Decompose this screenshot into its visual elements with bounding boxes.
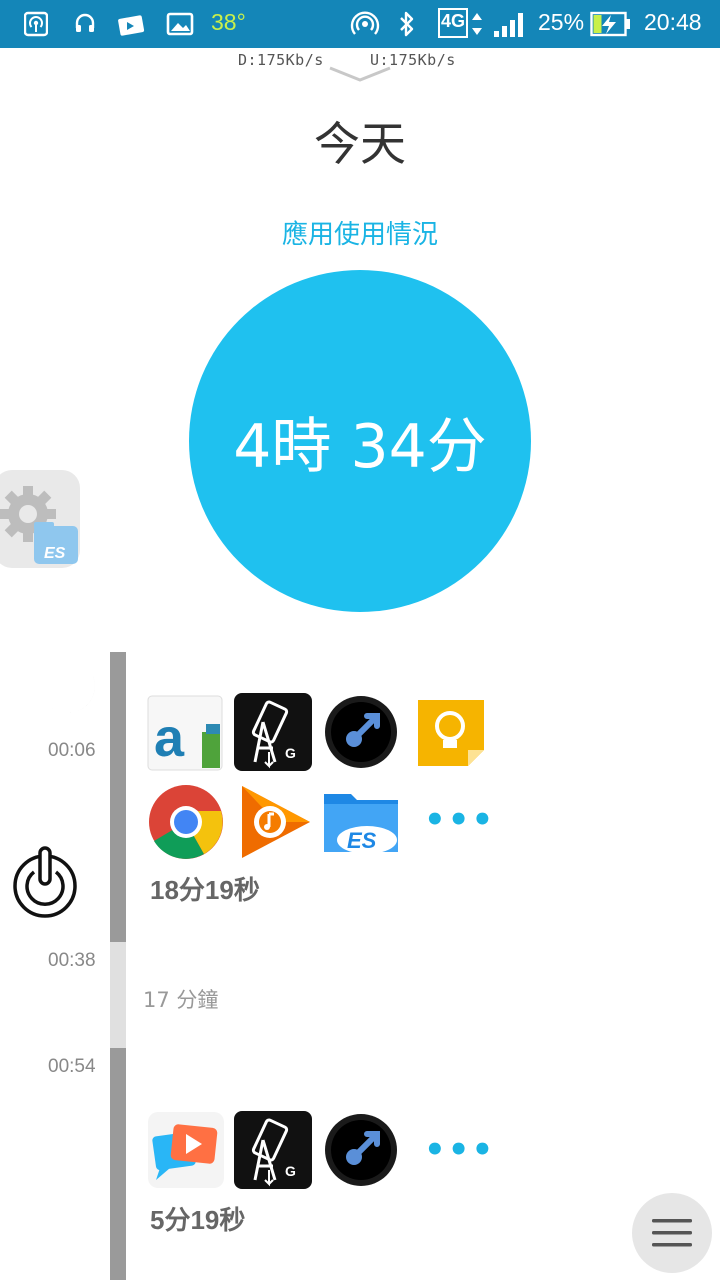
usage-total-circle[interactable]: 4時 34分 <box>189 270 531 612</box>
more-apps-button[interactable]: ••• <box>424 1130 495 1170</box>
timeline-time: 00:54 <box>48 1056 96 1077</box>
status-bar: 38° 4G 25% 20:48 <box>0 0 720 48</box>
signal-icon <box>494 13 523 37</box>
hamburger-menu-icon <box>652 1219 692 1247</box>
wifi-tethering-icon <box>350 11 380 35</box>
svg-text:a: a <box>154 708 185 768</box>
gallery-icon <box>166 12 194 36</box>
svg-text:ES: ES <box>347 828 377 853</box>
video-chat-icon[interactable] <box>146 1110 226 1190</box>
timeline-time: 00:38 <box>48 950 96 971</box>
battery-text: 25% <box>538 9 585 35</box>
page-title: 今天 <box>314 117 406 171</box>
temperature-text: 38° <box>211 9 246 35</box>
menu-button[interactable] <box>632 1193 712 1273</box>
timeline-bar-idle <box>110 942 126 1048</box>
app-usage-label[interactable]: 應用使用情況 <box>0 214 720 251</box>
arrow-app-icon[interactable] <box>321 1110 401 1190</box>
headset-icon <box>75 13 95 32</box>
svg-text:G: G <box>285 745 296 761</box>
idle-gap-label: 17 分鐘 <box>143 988 219 1012</box>
es-file-explorer-icon[interactable]: ES <box>321 782 401 862</box>
chevron-down-icon[interactable] <box>328 64 392 84</box>
amazon-appstore-icon[interactable]: a <box>146 694 226 774</box>
data-arrows-icon <box>472 13 482 35</box>
hotspot-icon <box>24 11 48 37</box>
network-type-text: 4G <box>441 11 466 31</box>
battery-charging-icon <box>590 11 630 37</box>
svg-text:G: G <box>285 1163 296 1179</box>
photos-icon <box>118 15 145 36</box>
timeline-time: 00:06 <box>48 740 96 761</box>
power-icon <box>13 846 77 918</box>
arrow-app-icon[interactable] <box>321 692 401 772</box>
download-speed: D:175Kb/s <box>238 51 324 69</box>
gravity-app-icon[interactable]: G <box>233 692 313 772</box>
keep-icon[interactable] <box>412 694 492 774</box>
network-type-badge: 4G <box>438 8 468 38</box>
clock-text: 20:48 <box>644 9 702 35</box>
session-duration: 18分19秒 <box>150 875 260 905</box>
timeline-bar-active <box>110 1048 126 1280</box>
chrome-icon[interactable] <box>146 782 226 862</box>
svg-text:ES: ES <box>44 545 66 562</box>
timeline-bar-active <box>110 652 126 942</box>
more-apps-button[interactable]: ••• <box>424 800 495 840</box>
usage-total-text: 4時 34分 <box>233 411 487 482</box>
floating-settings-es-icon[interactable]: ES <box>0 468 82 572</box>
session-duration: 5分19秒 <box>150 1205 246 1235</box>
moon-icon <box>48 668 95 713</box>
gravity-app-icon[interactable]: G <box>233 1110 313 1190</box>
bluetooth-icon <box>400 11 414 37</box>
play-music-icon[interactable] <box>236 782 316 862</box>
